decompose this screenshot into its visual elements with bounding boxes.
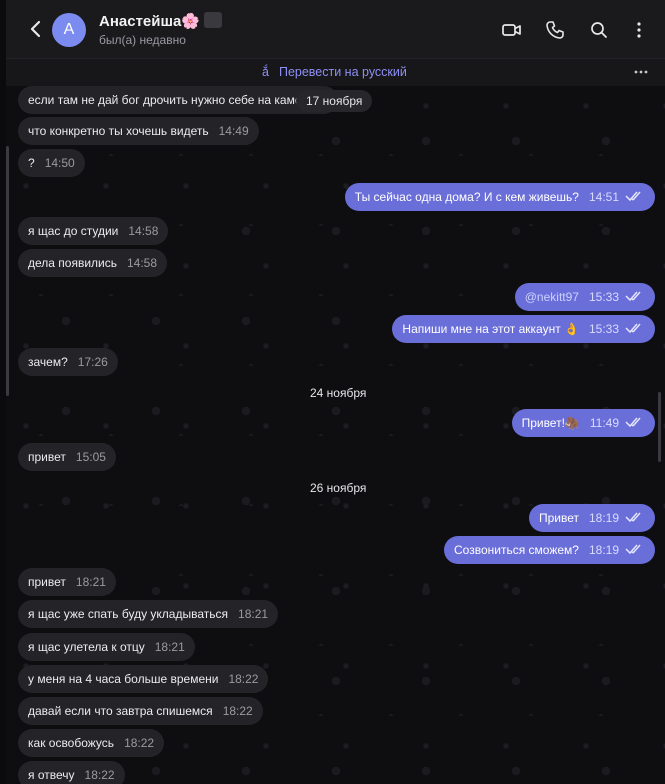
phone-icon[interactable]: [544, 19, 566, 41]
message-time: 18:19: [588, 543, 619, 557]
message-text: я отвечу: [28, 768, 75, 782]
message-time: 17:26: [77, 355, 108, 369]
message-text: у меня на 4 часа больше времени: [28, 672, 219, 686]
message-incoming[interactable]: давай если что завтра спишемся 18:22: [18, 697, 263, 725]
contact-name-text: Анастейша: [99, 13, 182, 30]
video-call-icon[interactable]: [501, 19, 523, 41]
message-time: 18:22: [228, 672, 259, 686]
message-incoming[interactable]: у меня на 4 часа больше времени 18:22: [18, 665, 269, 693]
message-time: 15:05: [75, 450, 106, 464]
message-text: Созвониться сможем?: [454, 543, 579, 557]
last-seen-status: был(а) недавно: [99, 33, 186, 47]
message-text: я щас улетела к отцу: [28, 640, 145, 654]
message-text: если там не дай бог дрочить нужно себе н…: [28, 93, 302, 107]
message-time: 18:21: [75, 575, 106, 589]
message-incoming[interactable]: дела появились 14:58: [18, 249, 168, 277]
read-checkmarks-icon: [625, 323, 641, 334]
message-outgoing[interactable]: Привет!🦣 11:49: [511, 409, 655, 437]
message-incoming[interactable]: ? 14:50: [18, 149, 85, 177]
message-incoming[interactable]: привет 18:21: [18, 568, 116, 596]
date-separator: 17 ноября: [296, 90, 373, 112]
message-text: Ты сейчас одна дома? И с кем живешь?: [354, 190, 579, 204]
username-link[interactable]: @nekitt97: [525, 290, 579, 304]
message-time: 15:33: [588, 290, 619, 304]
message-time: 14:49: [218, 124, 249, 138]
message-text: давай если что завтра спишемся: [28, 704, 213, 718]
read-checkmarks-icon: [625, 544, 641, 555]
message-incoming[interactable]: я щас улетела к отцу 18:21: [18, 633, 195, 661]
date-separator: 26 ноября: [310, 481, 367, 495]
message-time: 11:49: [589, 416, 619, 430]
back-arrow-icon[interactable]: [26, 18, 46, 40]
message-incoming[interactable]: я щас уже спать буду укладываться 18:21: [18, 600, 279, 628]
message-text: привет: [28, 450, 66, 464]
more-horizontal-icon[interactable]: [633, 64, 649, 80]
message-text: что конкретно ты хочешь видеть: [28, 124, 209, 138]
message-incoming[interactable]: я щас до студии 14:58: [18, 217, 169, 245]
custom-emoji-icon: [204, 12, 223, 28]
message-time: 15:33: [588, 322, 619, 336]
message-time: 18:22: [124, 736, 155, 750]
contact-name[interactable]: Анастейша🌸: [99, 12, 223, 30]
right-scrollbar[interactable]: [658, 392, 661, 462]
more-vertical-icon[interactable]: [628, 19, 650, 41]
message-text: я щас до студии: [28, 224, 119, 238]
read-checkmarks-icon: [625, 191, 641, 202]
translate-button[interactable]: ắ Перевести на русский: [262, 65, 407, 79]
message-incoming[interactable]: как освобожусь 18:22: [18, 729, 165, 757]
translate-bar: ắ Перевести на русский: [6, 58, 665, 86]
message-time: 14:51: [588, 190, 619, 204]
message-outgoing[interactable]: Ты сейчас одна дома? И с кем живешь? 14:5…: [344, 183, 655, 211]
message-list[interactable]: если там не дай бог дрочить нужно себе н…: [6, 86, 665, 784]
avatar[interactable]: А: [52, 13, 86, 47]
message-time: 18:21: [238, 607, 269, 621]
message-time: 18:19: [588, 511, 619, 525]
message-incoming[interactable]: привет 15:05: [18, 443, 116, 471]
message-incoming[interactable]: если там не дай бог дрочить нужно себе н…: [18, 86, 338, 114]
message-time: 14:58: [127, 256, 158, 270]
read-checkmarks-icon: [625, 417, 641, 428]
message-time: 18:22: [222, 704, 253, 718]
message-text: Привет!🦣: [521, 416, 580, 430]
message-text: Напиши мне на этот аккаунт 👌: [402, 322, 579, 336]
translate-icon: ắ: [262, 65, 269, 79]
message-incoming[interactable]: что конкретно ты хочешь видеть 14:49: [18, 117, 259, 145]
search-icon[interactable]: [588, 19, 610, 41]
read-checkmarks-icon: [625, 512, 641, 523]
message-time: 14:58: [128, 224, 159, 238]
message-text: зачем?: [28, 355, 68, 369]
message-text: как освобожусь: [28, 736, 115, 750]
message-text: я щас уже спать буду укладываться: [28, 607, 229, 621]
flower-emoji: 🌸: [181, 13, 201, 30]
message-text: дела появились: [28, 256, 117, 270]
chat-header: А Анастейша🌸 был(а) недавно: [6, 0, 665, 58]
message-outgoing[interactable]: Напиши мне на этот аккаунт 👌 15:33: [392, 315, 655, 343]
message-outgoing-mention[interactable]: @nekitt97 15:33: [514, 283, 655, 311]
message-text: Привет: [538, 511, 579, 525]
chat-window: А Анастейша🌸 был(а) недавно ắ Перевести н…: [6, 0, 665, 784]
message-outgoing[interactable]: Созвониться сможем? 18:19: [444, 536, 655, 564]
left-scrollbar[interactable]: [6, 146, 9, 396]
message-time: 18:22: [84, 768, 115, 782]
read-checkmarks-icon: [625, 291, 641, 302]
message-time: 18:21: [154, 640, 185, 654]
message-incoming[interactable]: зачем? 17:26: [18, 348, 118, 376]
date-separator: 24 ноября: [310, 386, 367, 400]
translate-label: Перевести на русский: [278, 65, 407, 79]
message-text: привет: [28, 575, 66, 589]
message-text: ?: [28, 156, 35, 170]
message-incoming[interactable]: я отвечу 18:22: [18, 761, 125, 784]
message-outgoing[interactable]: Привет 18:19: [528, 504, 655, 532]
message-time: 14:50: [44, 156, 75, 170]
